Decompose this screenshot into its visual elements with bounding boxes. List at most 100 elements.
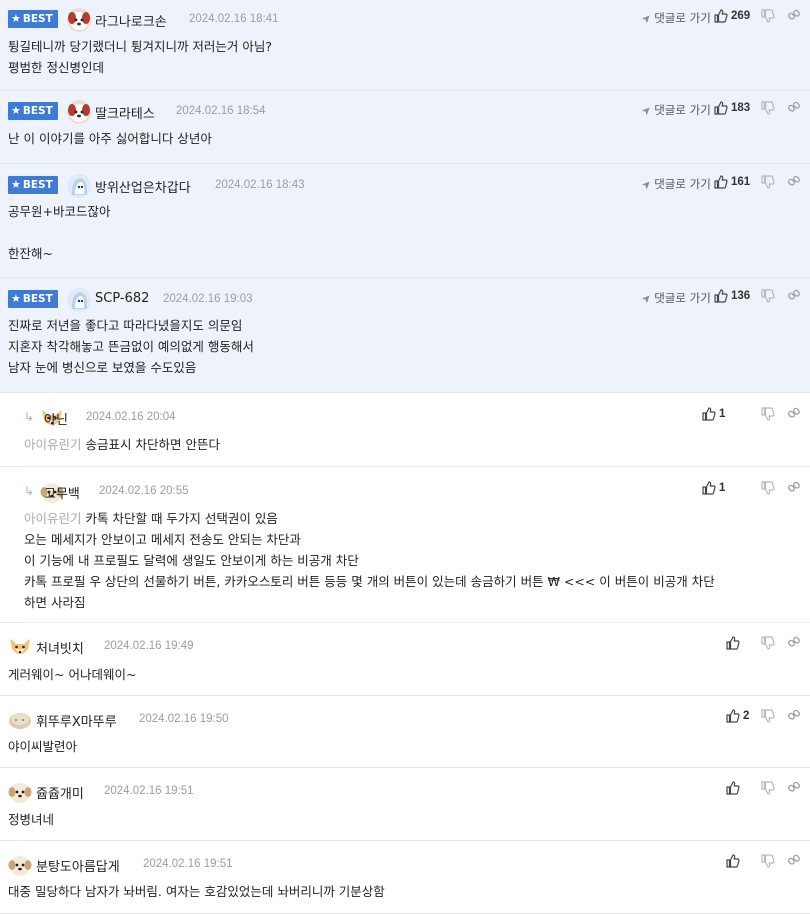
share-link-icon[interactable] <box>787 853 801 869</box>
best-badge: ★ BEST <box>8 176 58 194</box>
comment-text: 대중 밀당하다 남자가 놔버림. 여자는 호감있었는데 놔버리니까 기분상함 <box>8 884 385 899</box>
like-icon[interactable] <box>726 853 740 869</box>
share-link-icon[interactable] <box>787 780 801 796</box>
comment-inner: ★ BEST SCP-682 2024.02.16 19:03 ➤댓글로 가기 136 진짜… <box>0 278 810 393</box>
comment-header: ↳ 고무백 2024.02.16 20:55 1 <box>24 480 810 503</box>
like-icon[interactable] <box>714 8 728 24</box>
comment-inner: ★ BEST 방위산업은차갑다 2024.02.16 18:43 ➤댓글로 가기 161 공… <box>0 164 810 278</box>
author-nickname[interactable]: SCP-682 <box>95 291 149 306</box>
comment-timestamp: 2024.02.16 19:03 <box>163 293 253 305</box>
comment-body: 정병녀네 <box>8 809 802 830</box>
like-icon[interactable] <box>702 406 716 422</box>
dislike-icon[interactable] <box>761 288 775 304</box>
like-icon[interactable] <box>714 174 728 190</box>
avatar[interactable] <box>8 780 32 804</box>
comment-body: 공무원+바코드잖아한잔해~ <box>8 201 802 264</box>
author-nickname[interactable]: 딸크라테스 <box>95 103 155 122</box>
avatar[interactable] <box>67 288 91 312</box>
like-icon[interactable] <box>702 480 716 496</box>
send-arrow-icon: ➤ <box>638 10 655 27</box>
dislike-icon[interactable] <box>761 708 775 724</box>
avatar[interactable] <box>67 174 91 198</box>
like-icon[interactable] <box>714 288 728 304</box>
comment-line: 평범한 정신병인데 <box>8 57 802 78</box>
send-arrow-icon: ➤ <box>638 290 655 307</box>
dislike-icon[interactable] <box>761 853 775 869</box>
comment-text: 하면 사라짐 <box>24 595 86 610</box>
comment-text: 오는 메세지가 안보이고 메세지 전송도 안되는 차단과 <box>24 532 301 547</box>
dislike-icon[interactable] <box>761 635 775 651</box>
author-nickname[interactable]: 처녀빗치 <box>36 638 84 657</box>
comment-timestamp: 2024.02.16 18:41 <box>189 13 279 25</box>
share-link-icon[interactable] <box>787 288 801 304</box>
comment: 분탕도아름답게 2024.02.16 19:51 대중 밀당하다 남자가 놔버림. … <box>0 841 810 914</box>
comment-line: 공무원+바코드잖아 <box>8 201 802 222</box>
comment-line: 카톡 프로필 우 상단의 선물하기 버튼, 카카오스토리 버튼 등등 몇 개의 … <box>24 571 802 592</box>
avatar[interactable] <box>67 100 91 124</box>
best-badge: ★ BEST <box>8 102 58 120</box>
author-nickname[interactable]: 라그나로크손 <box>95 11 167 30</box>
go-to-comment-link[interactable]: ➤댓글로 가기 <box>638 10 711 27</box>
comment-timestamp: 2024.02.16 18:54 <box>176 105 266 117</box>
comment-timestamp: 2024.02.16 19:50 <box>139 713 229 725</box>
like-icon[interactable] <box>726 708 740 724</box>
avatar[interactable] <box>8 635 32 659</box>
comment-timestamp: 2024.02.16 19:49 <box>104 640 194 652</box>
mention-tag[interactable]: 아이유린기 <box>24 511 82 526</box>
avatar[interactable] <box>8 708 32 732</box>
dislike-icon[interactable] <box>761 174 775 190</box>
comment-text: 난 이 이야기를 아주 싫어합니다 상년아 <box>8 131 212 146</box>
avatar[interactable] <box>8 853 32 877</box>
dislike-icon[interactable] <box>761 100 775 116</box>
dislike-icon[interactable] <box>761 480 775 496</box>
best-label: BEST <box>22 13 53 25</box>
avatar[interactable] <box>67 8 91 32</box>
share-link-icon[interactable] <box>787 635 801 651</box>
puppy-avatar <box>8 856 32 876</box>
go-to-comment-link[interactable]: ➤댓글로 가기 <box>639 176 711 193</box>
dislike-icon[interactable] <box>761 780 775 796</box>
author-nickname[interactable]: 고무백 <box>44 483 80 502</box>
comment-text: 튕길테니까 당기랬더니 튕겨지니까 저러는거 아님? <box>8 39 273 54</box>
comment-body: 야이씨발련아 <box>8 736 802 757</box>
share-link-icon[interactable] <box>787 480 801 496</box>
author-nickname[interactable]: 방위산업은차갑다 <box>95 177 191 196</box>
blob-avatar <box>9 713 31 729</box>
share-link-icon[interactable] <box>787 100 801 116</box>
ghost-avatar <box>67 288 91 312</box>
like-icon[interactable] <box>726 635 740 651</box>
share-link-icon[interactable] <box>787 8 801 24</box>
like-icon[interactable] <box>726 780 740 796</box>
author-nickname[interactable]: 야닌 <box>44 409 68 428</box>
comment-timestamp: 2024.02.16 18:43 <box>215 179 305 191</box>
author-nickname[interactable]: 분탕도아름답게 <box>36 856 120 875</box>
like-icon[interactable] <box>714 100 728 116</box>
comment-text: 야이씨발련아 <box>8 739 78 754</box>
best-label: BEST <box>22 179 53 191</box>
share-link-icon[interactable] <box>787 174 801 190</box>
author-nickname[interactable]: 휘뚜루X마뚜루 <box>36 711 117 730</box>
comment-header: 휘뚜루X마뚜루 2024.02.16 19:50 2 <box>0 708 810 730</box>
star-icon: ★ <box>11 178 21 191</box>
share-link-icon[interactable] <box>787 708 801 724</box>
comment-text: 평범한 정신병인데 <box>8 60 104 75</box>
comment-header: ★ BEST 딸크라테스 2024.02.16 18:54 ➤댓글로 가기 183 <box>0 100 810 124</box>
share-link-icon[interactable] <box>787 406 801 422</box>
comment: 휘뚜루X마뚜루 2024.02.16 19:50 2 야이씨발련아 <box>0 696 810 768</box>
like-count: 161 <box>731 176 751 188</box>
comment-text: 남자 눈에 병신으로 보였을 수도있음 <box>8 360 197 375</box>
comment-line: 오는 메세지가 안보이고 메세지 전송도 안되는 차단과 <box>24 529 802 550</box>
author-nickname[interactable]: 쥽쥽개미 <box>36 783 84 802</box>
dislike-icon[interactable] <box>761 8 775 24</box>
comment-text: 송금표시 차단하면 안뜬다 <box>85 437 220 452</box>
go-to-comment-link[interactable]: ➤댓글로 가기 <box>639 102 711 119</box>
puppy-avatar <box>8 783 32 803</box>
mention-tag[interactable]: 아이유린기 <box>24 437 82 452</box>
dislike-icon[interactable] <box>761 406 775 422</box>
best-badge: ★ BEST <box>8 290 58 308</box>
comment-line: 한잔해~ <box>8 243 802 264</box>
comment-header: ★ BEST 라그나로크손 2024.02.16 18:41 ➤댓글로 가기 269 <box>0 8 810 32</box>
like-count: 269 <box>731 10 751 22</box>
comment-text: 진짜로 저년을 좋다고 따라다녔을지도 의문임 <box>8 318 243 333</box>
go-to-comment-link[interactable]: ➤댓글로 가기 <box>638 290 711 307</box>
